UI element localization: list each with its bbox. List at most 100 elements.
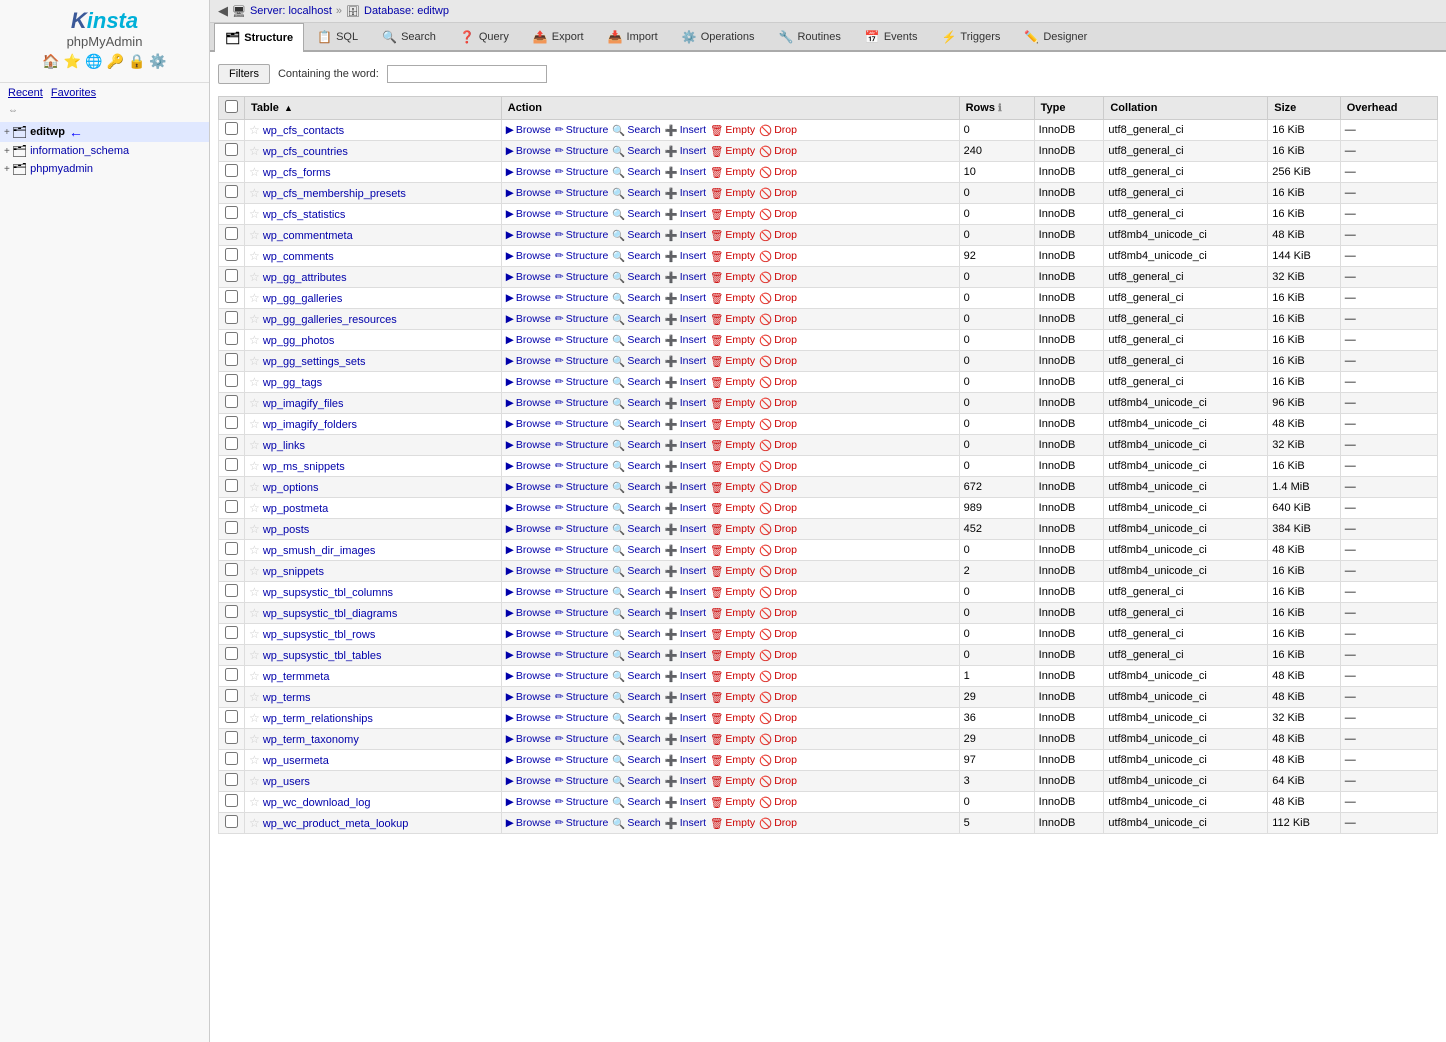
insert-link[interactable]: ➕Insert	[665, 607, 706, 620]
favorite-star-icon[interactable]: ☆	[249, 522, 260, 536]
insert-link[interactable]: ➕Insert	[665, 628, 706, 641]
favorite-star-icon[interactable]: ☆	[249, 396, 260, 410]
search-link[interactable]: 🔍Search	[612, 439, 660, 452]
structure-link[interactable]: ✏Structure	[555, 565, 608, 577]
empty-link[interactable]: 🗑Empty	[710, 544, 755, 557]
favorite-star-icon[interactable]: ☆	[249, 627, 260, 641]
row-checkbox[interactable]	[225, 248, 238, 261]
empty-link[interactable]: 🗑Empty	[710, 166, 755, 179]
drop-link[interactable]: 🚫Drop	[759, 418, 797, 431]
browse-link[interactable]: ▶Browse	[506, 166, 551, 178]
tab-operations[interactable]: ⚙️Operations	[671, 23, 766, 50]
insert-link[interactable]: ➕Insert	[665, 166, 706, 179]
empty-link[interactable]: 🗑Empty	[710, 229, 755, 242]
row-checkbox[interactable]	[225, 185, 238, 198]
insert-link[interactable]: ➕Insert	[665, 187, 706, 200]
search-link[interactable]: 🔍Search	[612, 544, 660, 557]
browse-link[interactable]: ▶Browse	[506, 544, 551, 556]
favorite-star-icon[interactable]: ☆	[249, 270, 260, 284]
structure-link[interactable]: ✏Structure	[555, 691, 608, 703]
structure-link[interactable]: ✏Structure	[555, 523, 608, 535]
structure-link[interactable]: ✏Structure	[555, 250, 608, 262]
browse-link[interactable]: ▶Browse	[506, 334, 551, 346]
table-name-link[interactable]: wp_snippets	[263, 566, 324, 578]
row-checkbox[interactable]	[225, 794, 238, 807]
table-name-link[interactable]: wp_supsystic_tbl_rows	[263, 629, 376, 641]
row-checkbox[interactable]	[225, 479, 238, 492]
drop-link[interactable]: 🚫Drop	[759, 754, 797, 767]
structure-link[interactable]: ✏Structure	[555, 187, 608, 199]
search-link[interactable]: 🔍Search	[612, 313, 660, 326]
row-checkbox[interactable]	[225, 521, 238, 534]
key-icon[interactable]: 🔑	[107, 53, 124, 70]
breadcrumb-server[interactable]: Server: localhost	[250, 5, 332, 17]
insert-link[interactable]: ➕Insert	[665, 565, 706, 578]
drop-link[interactable]: 🚫Drop	[759, 502, 797, 515]
table-name-link[interactable]: wp_options	[263, 482, 319, 494]
empty-link[interactable]: 🗑Empty	[710, 565, 755, 578]
favorite-star-icon[interactable]: ☆	[249, 438, 260, 452]
insert-link[interactable]: ➕Insert	[665, 313, 706, 326]
empty-link[interactable]: 🗑Empty	[710, 418, 755, 431]
favorite-star-icon[interactable]: ☆	[249, 480, 260, 494]
structure-link[interactable]: ✏Structure	[555, 796, 608, 808]
row-checkbox[interactable]	[225, 290, 238, 303]
browse-link[interactable]: ▶Browse	[506, 355, 551, 367]
search-link[interactable]: 🔍Search	[612, 250, 660, 263]
structure-link[interactable]: ✏Structure	[555, 817, 608, 829]
search-link[interactable]: 🔍Search	[612, 691, 660, 704]
browse-link[interactable]: ▶Browse	[506, 229, 551, 241]
structure-link[interactable]: ✏Structure	[555, 229, 608, 241]
star-icon[interactable]: ⭐	[64, 53, 81, 70]
empty-link[interactable]: 🗑Empty	[710, 208, 755, 221]
structure-link[interactable]: ✏Structure	[555, 775, 608, 787]
row-checkbox[interactable]	[225, 227, 238, 240]
insert-link[interactable]: ➕Insert	[665, 334, 706, 347]
structure-link[interactable]: ✏Structure	[555, 166, 608, 178]
table-name-link[interactable]: wp_gg_tags	[263, 377, 322, 389]
favorite-star-icon[interactable]: ☆	[249, 795, 260, 809]
drop-link[interactable]: 🚫Drop	[759, 313, 797, 326]
empty-link[interactable]: 🗑Empty	[710, 817, 755, 830]
browse-link[interactable]: ▶Browse	[506, 733, 551, 745]
browse-link[interactable]: ▶Browse	[506, 124, 551, 136]
empty-link[interactable]: 🗑Empty	[710, 376, 755, 389]
breadcrumb-database[interactable]: Database: editwp	[364, 5, 449, 17]
table-name-link[interactable]: wp_gg_attributes	[263, 272, 347, 284]
insert-link[interactable]: ➕Insert	[665, 439, 706, 452]
empty-link[interactable]: 🗑Empty	[710, 628, 755, 641]
drop-link[interactable]: 🚫Drop	[759, 250, 797, 263]
empty-link[interactable]: 🗑Empty	[710, 607, 755, 620]
structure-link[interactable]: ✏Structure	[555, 271, 608, 283]
search-link[interactable]: 🔍Search	[612, 670, 660, 683]
structure-link[interactable]: ✏Structure	[555, 376, 608, 388]
drop-link[interactable]: 🚫Drop	[759, 397, 797, 410]
favorite-star-icon[interactable]: ☆	[249, 186, 260, 200]
favorite-star-icon[interactable]: ☆	[249, 606, 260, 620]
drop-link[interactable]: 🚫Drop	[759, 124, 797, 137]
browse-link[interactable]: ▶Browse	[506, 670, 551, 682]
insert-link[interactable]: ➕Insert	[665, 544, 706, 557]
structure-link[interactable]: ✏Structure	[555, 292, 608, 304]
row-checkbox[interactable]	[225, 416, 238, 429]
search-link[interactable]: 🔍Search	[612, 460, 660, 473]
tab-import[interactable]: 📥Import	[597, 23, 669, 50]
browse-link[interactable]: ▶Browse	[506, 313, 551, 325]
table-name-link[interactable]: wp_postmeta	[263, 503, 328, 515]
table-name-link[interactable]: wp_commentmeta	[263, 230, 353, 242]
empty-link[interactable]: 🗑Empty	[710, 439, 755, 452]
search-link[interactable]: 🔍Search	[612, 145, 660, 158]
row-checkbox[interactable]	[225, 563, 238, 576]
tab-routines[interactable]: 🔧Routines	[768, 23, 852, 50]
insert-link[interactable]: ➕Insert	[665, 796, 706, 809]
favorite-star-icon[interactable]: ☆	[249, 123, 260, 137]
browse-link[interactable]: ▶Browse	[506, 586, 551, 598]
search-link[interactable]: 🔍Search	[612, 124, 660, 137]
header-table[interactable]: Table ▲	[245, 97, 502, 120]
search-link[interactable]: 🔍Search	[612, 397, 660, 410]
filters-button[interactable]: Filters	[218, 64, 270, 84]
table-name-link[interactable]: wp_cfs_membership_presets	[263, 188, 406, 200]
browse-link[interactable]: ▶Browse	[506, 250, 551, 262]
search-link[interactable]: 🔍Search	[612, 166, 660, 179]
table-name-link[interactable]: wp_wc_download_log	[263, 797, 371, 809]
